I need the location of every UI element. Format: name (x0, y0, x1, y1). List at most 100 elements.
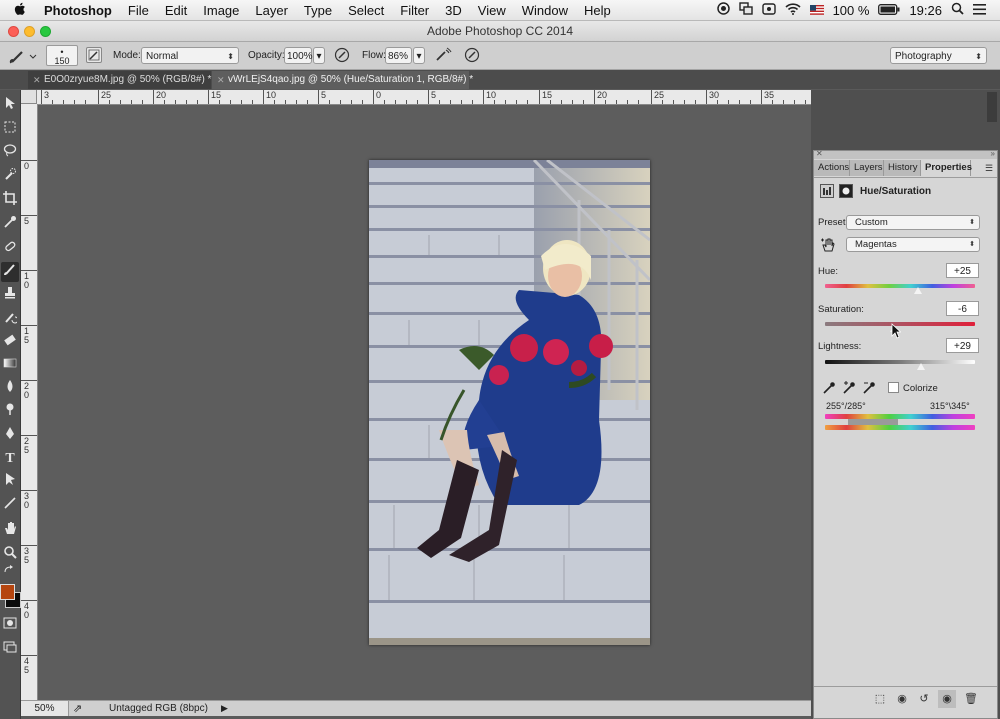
reset-icon[interactable]: ↺ (915, 690, 933, 708)
vertical-ruler[interactable]: 0 5 1 0 1 5 2 0 2 5 3 0 3 5 4 0 4 5 (21, 104, 38, 700)
gradient-tool-icon[interactable] (1, 356, 19, 376)
targeted-adjustment-hand-icon[interactable] (820, 237, 836, 253)
menu-image[interactable]: Image (195, 3, 247, 18)
opacity-input[interactable]: 100% (284, 47, 313, 64)
tab-properties[interactable]: Properties (921, 160, 972, 176)
minimize-window-button[interactable] (24, 26, 35, 37)
share-status-icon[interactable]: ⇗ (73, 702, 82, 717)
ruler-origin[interactable] (21, 90, 37, 104)
saturation-input[interactable]: -6 (946, 301, 979, 316)
menu-help[interactable]: Help (576, 3, 619, 18)
battery-percent[interactable]: 100 % (833, 3, 870, 18)
tab-layers[interactable]: Layers (850, 160, 884, 176)
clip-to-layer-icon[interactable]: ⬚ (871, 690, 889, 708)
opacity-dropdown-arrow[interactable]: ▾ (313, 47, 325, 64)
record-icon[interactable] (716, 2, 730, 18)
colorize-checkbox[interactable] (888, 382, 899, 393)
brush-tool-icon[interactable] (1, 262, 19, 282)
battery-icon[interactable] (878, 3, 900, 18)
menu-view[interactable]: View (470, 3, 514, 18)
tab-document-1[interactable]: ✕ E0O0zryue8M.jpg @ 50% (RGB/8#) * (28, 71, 211, 89)
screen-mode-icon[interactable] (1, 640, 19, 660)
menu-type[interactable]: Type (296, 3, 340, 18)
hue-slider[interactable] (825, 284, 975, 288)
eraser-tool-icon[interactable] (1, 333, 19, 353)
blur-tool-icon[interactable] (1, 379, 19, 399)
delete-trash-icon[interactable]: 🗑 (962, 690, 980, 708)
foreground-color-swatch[interactable] (0, 584, 15, 600)
apple-icon[interactable] (0, 2, 36, 19)
collapse-panel-icon[interactable]: » (991, 149, 995, 158)
tab-history[interactable]: History (884, 160, 921, 176)
clock[interactable]: 19:26 (909, 3, 942, 18)
brush-tool-preset-icon[interactable] (8, 47, 38, 65)
screens-icon[interactable] (738, 2, 753, 18)
channel-select[interactable]: Magentas ⬍ (846, 237, 980, 252)
panel-menu-icon[interactable]: ☰ (985, 163, 993, 174)
close-window-button[interactable] (8, 26, 19, 37)
pen-tool-icon[interactable] (1, 426, 19, 446)
move-tool-icon[interactable] (1, 96, 19, 116)
preset-select[interactable]: Custom ⬍ (846, 215, 980, 230)
wifi-icon[interactable] (785, 2, 801, 18)
document-image[interactable] (369, 160, 650, 645)
share-icon[interactable] (761, 2, 776, 18)
brush-panel-toggle-icon[interactable] (86, 47, 102, 63)
marquee-tool-icon[interactable] (1, 120, 19, 140)
line-tool-icon[interactable] (1, 496, 19, 516)
tab-actions[interactable]: Actions (814, 160, 850, 176)
lightness-slider[interactable] (825, 360, 975, 364)
quick-mask-icon[interactable] (1, 616, 19, 636)
brush-size-picker[interactable]: • 150 (46, 45, 78, 66)
menu-window[interactable]: Window (514, 3, 576, 18)
tab-document-2[interactable]: ✕ vWrLEjS4qao.jpg @ 50% (Hue/Saturation … (212, 71, 473, 89)
lightness-slider-thumb[interactable] (917, 363, 925, 370)
flow-input[interactable]: 86% (385, 47, 412, 64)
eyedropper-subtract-icon[interactable] (862, 381, 876, 395)
us-flag-icon[interactable] (809, 3, 824, 18)
clone-stamp-tool-icon[interactable] (1, 286, 19, 306)
airbrush-icon[interactable] (434, 47, 452, 63)
crop-tool-icon[interactable] (1, 191, 19, 211)
eyedropper-tool-icon[interactable] (1, 215, 19, 235)
hue-slider-thumb[interactable] (914, 287, 922, 294)
menu-edit[interactable]: Edit (157, 3, 195, 18)
notification-center-icon[interactable] (973, 3, 986, 18)
hue-input[interactable]: +25 (946, 263, 979, 278)
lightness-input[interactable]: +29 (946, 338, 979, 353)
type-tool-icon[interactable]: T (1, 449, 19, 469)
quick-selection-tool-icon[interactable] (1, 167, 19, 187)
spotlight-search-icon[interactable] (951, 2, 964, 18)
status-menu-arrow[interactable]: ▶ (221, 701, 228, 716)
hand-tool-icon[interactable] (1, 521, 19, 541)
close-panel-icon[interactable]: ✕ (816, 149, 823, 158)
blend-mode-select[interactable]: Normal ⬍ (141, 47, 239, 64)
lasso-tool-icon[interactable] (1, 143, 19, 163)
dodge-tool-icon[interactable] (1, 402, 19, 422)
layer-mask-icon[interactable] (839, 184, 853, 198)
toggle-visibility-eye-icon[interactable]: ◉ (938, 690, 956, 708)
menu-filter[interactable]: Filter (392, 3, 437, 18)
workspace-select[interactable]: Photography ⬍ (890, 47, 987, 64)
close-tab-icon[interactable]: ✕ (33, 71, 41, 89)
dock-scrollbar[interactable] (987, 92, 997, 122)
history-brush-tool-icon[interactable] (1, 310, 19, 330)
view-previous-icon[interactable]: ◉ (893, 690, 911, 708)
pressure-size-icon[interactable] (464, 47, 480, 63)
menu-select[interactable]: Select (340, 3, 392, 18)
close-tab-icon[interactable]: ✕ (217, 71, 225, 89)
menu-layer[interactable]: Layer (247, 3, 296, 18)
pressure-opacity-icon[interactable] (334, 47, 350, 63)
eyedropper-add-icon[interactable] (842, 381, 856, 395)
eyedropper-icon[interactable] (822, 381, 836, 395)
zoom-window-button[interactable] (40, 26, 51, 37)
menu-photoshop[interactable]: Photoshop (36, 3, 120, 18)
zoom-level-field[interactable]: 50% (21, 701, 69, 716)
healing-brush-tool-icon[interactable] (1, 239, 19, 259)
swap-colors-icon[interactable] (2, 564, 16, 574)
zoom-tool-icon[interactable] (1, 545, 19, 565)
menu-3d[interactable]: 3D (437, 3, 470, 18)
path-selection-tool-icon[interactable] (1, 472, 19, 492)
flow-dropdown-arrow[interactable]: ▾ (413, 47, 425, 64)
menu-file[interactable]: File (120, 3, 157, 18)
